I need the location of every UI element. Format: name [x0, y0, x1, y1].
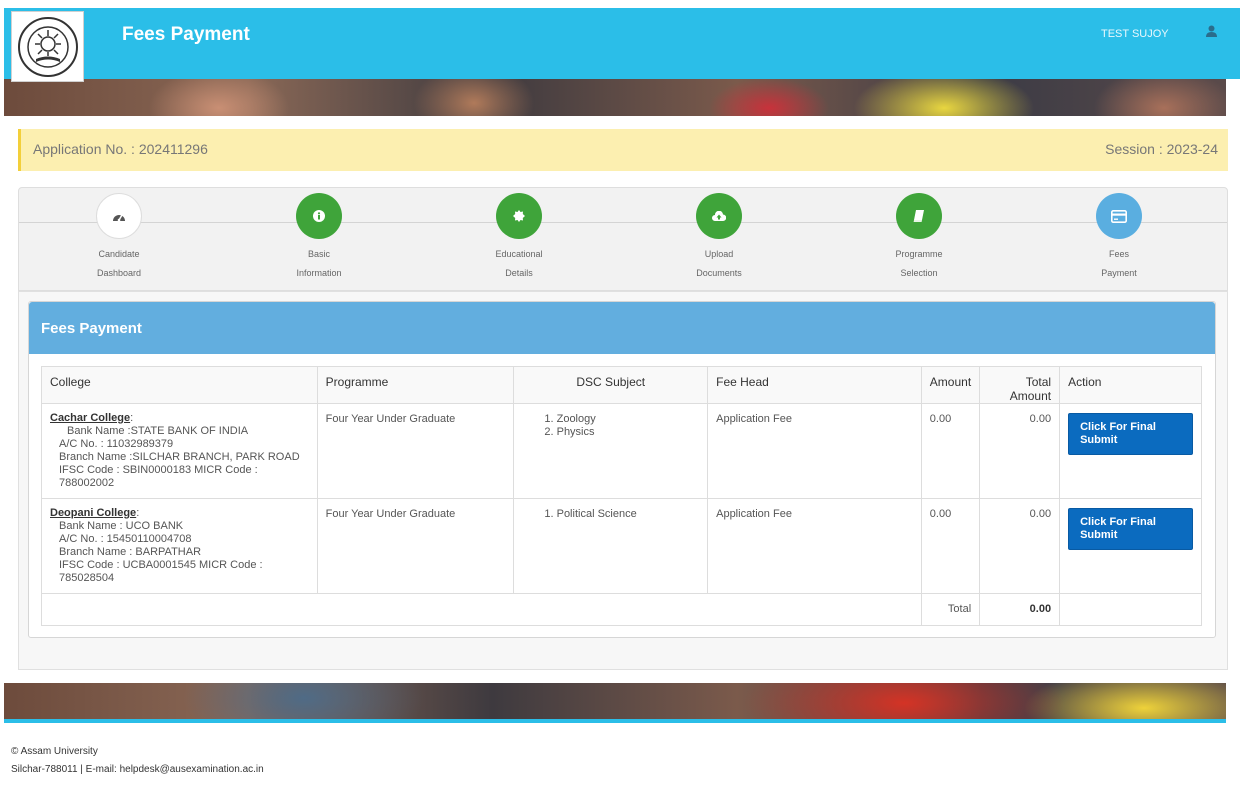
step-label-line2: Details [505, 268, 533, 278]
college-name[interactable]: Cachar College [50, 412, 130, 424]
credit-card-icon [1096, 193, 1142, 239]
column-header-dsc-subject: DSC Subject [513, 366, 709, 404]
subject-item: 1. Political Science [544, 508, 637, 520]
cloud-upload-icon [696, 193, 742, 239]
step-label-line1: Programme [895, 249, 943, 259]
application-info-bar: Application No. : 202411296 Session : 20… [18, 129, 1228, 171]
total-row: Total 0.00 [41, 593, 1202, 626]
college-cell: Deopani College: Bank Name : UCO BANK A/… [41, 498, 318, 594]
column-header-programme: Programme [316, 366, 515, 404]
footer: © Assam University Silchar-788011 | E-ma… [11, 743, 264, 779]
action-cell: Click For Final Submit [1059, 403, 1202, 499]
step-label-line1: Fees [1108, 249, 1129, 259]
table-header-row: College Programme DSC Subject Fee Head A… [41, 366, 1202, 404]
amount-cell: 0.00 [920, 403, 981, 499]
college-name[interactable]: Deopani College [50, 507, 136, 519]
user-icon[interactable] [1206, 24, 1217, 42]
subject-cell: 1. Political Science [513, 498, 709, 594]
fees-card-title: Fees Payment [41, 320, 142, 337]
university-seal-icon [17, 16, 78, 77]
branch-name: Branch Name :SILCHAR BRANCH, PARK ROAD [59, 451, 300, 463]
bank-name: Bank Name : UCO BANK [59, 520, 184, 532]
column-header-amount: Amount [920, 366, 981, 404]
column-header-college: College [41, 366, 318, 404]
fees-card-header: Fees Payment [29, 302, 1215, 354]
top-header: Fees Payment TEST SUJOY [4, 8, 1240, 82]
fee-head-cell: Application Fee [707, 403, 922, 499]
total-label: Total [920, 593, 981, 626]
footer-contact: Silchar-788011 | E-mail: helpdesk@ausexa… [11, 764, 264, 775]
bank-name: Bank Name :STATE BANK OF INDIA [67, 425, 249, 437]
column-header-action: Action [1059, 366, 1202, 404]
step-label-line1: Candidate [98, 249, 140, 259]
step-label-line2: Documents [696, 268, 742, 278]
page-title: Fees Payment [122, 24, 250, 45]
bank-codes: IFSC Code : SBIN0000183 MICR Code : 7880… [59, 464, 258, 489]
step-label-line1: Basic [307, 249, 330, 259]
step-label-line2: Information [296, 268, 342, 278]
book-icon [896, 193, 942, 239]
progress-steps: Candidate Dashboard Basic Information Ed… [18, 187, 1228, 291]
total-amount-cell: 0.00 [979, 403, 1061, 499]
university-logo[interactable] [11, 11, 84, 82]
programme-cell: Four Year Under Graduate [316, 498, 515, 594]
action-cell: Click For Final Submit [1059, 498, 1202, 594]
subject-item: 2. Physics [544, 426, 595, 438]
final-submit-button[interactable]: Click For Final Submit [1068, 413, 1193, 455]
fees-table: College Programme DSC Subject Fee Head A… [41, 366, 1202, 626]
amount-cell: 0.00 [920, 498, 981, 594]
step-educational-details[interactable]: Educational Details [439, 193, 599, 283]
step-label-line1: Educational [495, 249, 543, 259]
step-label-line2: Selection [900, 268, 938, 278]
column-header-total-amount: Total Amount [979, 366, 1061, 404]
column-header-fee-head: Fee Head [707, 366, 922, 404]
dashboard-icon [96, 193, 142, 239]
step-programme-selection[interactable]: Programme Selection [839, 193, 999, 283]
college-cell: Cachar College: Bank Name :STATE BANK OF… [41, 403, 318, 499]
bank-codes: IFSC Code : UCBA0001545 MICR Code : 7850… [59, 559, 263, 584]
step-basic-information[interactable]: Basic Information [239, 193, 399, 283]
account-number: A/C No. : 15450110004708 [59, 533, 192, 545]
step-candidate-dashboard[interactable]: Candidate Dashboard [39, 193, 199, 283]
account-number: A/C No. : 11032989379 [59, 438, 174, 450]
total-amount-cell: 0.00 [979, 498, 1061, 594]
programme-cell: Four Year Under Graduate [316, 403, 515, 499]
step-upload-documents[interactable]: Upload Documents [639, 193, 799, 283]
table-row: Deopani College: Bank Name : UCO BANK A/… [41, 498, 1202, 594]
badge-icon [496, 193, 542, 239]
step-label-line2: Payment [1101, 268, 1137, 278]
step-fees-payment[interactable]: Fees Payment [1039, 193, 1199, 283]
application-number: Application No. : 202411296 [33, 141, 208, 157]
step-label-line1: Upload [704, 249, 734, 259]
table-row: Cachar College: Bank Name :STATE BANK OF… [41, 403, 1202, 499]
step-label-line2: Dashboard [96, 268, 142, 278]
subject-item: 1. Zoology [544, 413, 596, 425]
subject-cell: 1. Zoology 2. Physics [513, 403, 709, 499]
total-value: 0.00 [979, 593, 1061, 626]
info-icon [296, 193, 342, 239]
final-submit-button[interactable]: Click For Final Submit [1068, 508, 1193, 550]
footer-divider [4, 719, 1226, 723]
footer-copyright: © Assam University [11, 746, 98, 757]
fee-head-cell: Application Fee [707, 498, 922, 594]
branch-name: Branch Name : BARPATHAR [59, 546, 202, 558]
user-name[interactable]: TEST SUJOY [1101, 28, 1169, 40]
session-label: Session : 2023-24 [1105, 141, 1218, 157]
